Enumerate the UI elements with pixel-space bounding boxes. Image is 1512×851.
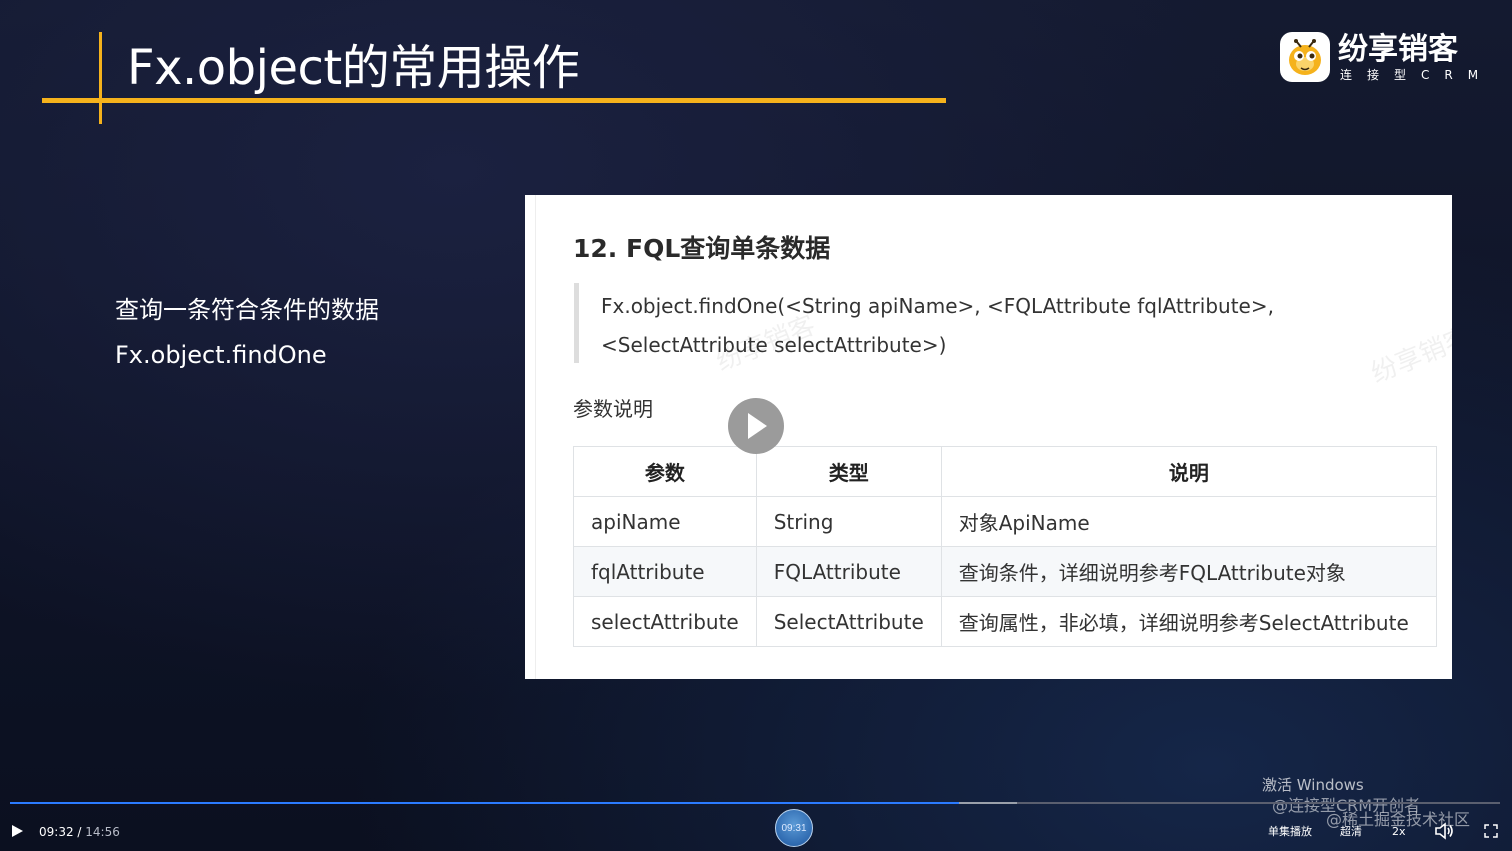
brand-name: 纷享销客 xyxy=(1338,32,1458,67)
duration: 14:56 xyxy=(85,825,120,839)
center-play-button[interactable] xyxy=(728,398,784,454)
volume-icon xyxy=(1435,822,1453,840)
params-table: 参数 类型 说明 apiName String 对象ApiName fqlAtt… xyxy=(573,446,1438,647)
play-icon xyxy=(12,825,23,837)
table-header-row: 参数 类型 说明 xyxy=(573,446,1438,497)
playlist-mode-button[interactable]: 单集播放 xyxy=(1268,823,1312,841)
table-cell: 查询条件，详细说明参考FQLAttribute对象 xyxy=(940,546,1438,597)
table-row: selectAttribute SelectAttribute 查询属性，非必填… xyxy=(573,596,1438,647)
fullscreen-button[interactable] xyxy=(1484,824,1498,844)
progress-played xyxy=(10,802,960,804)
play-icon xyxy=(748,413,767,439)
progress-thumb[interactable]: 09:31 xyxy=(775,809,813,847)
current-time: 09:32 xyxy=(39,825,74,839)
doc-heading: 12. FQL查询单条数据 xyxy=(573,234,831,263)
video-player: Fx.object的常用操作 纷享销客 连接型CRM 查询一条符合条件的数据 F… xyxy=(0,0,1512,851)
doc-left-divider xyxy=(535,195,536,679)
table-cell: 查询属性，非必填，详细说明参考SelectAttribute xyxy=(940,596,1438,647)
doc-param-label: 参数说明 xyxy=(573,397,653,421)
quality-button[interactable]: 超清 xyxy=(1340,823,1362,841)
time-display: 09:32 / 14:56 xyxy=(39,825,120,839)
doc-signature-quote: Fx.object.findOne(<String apiName>, <FQL… xyxy=(574,283,1409,363)
table-row: apiName String 对象ApiName xyxy=(573,496,1438,547)
brand-logo: 纷享销客 连接型CRM xyxy=(1280,32,1490,84)
table-cell: 对象ApiName xyxy=(940,496,1438,547)
title-accent-vertical xyxy=(99,32,102,124)
slide-description-line: 查询一条符合条件的数据 xyxy=(115,296,379,324)
slide-description-line: Fx.object.findOne xyxy=(115,341,327,369)
table-cell: apiName xyxy=(573,496,757,547)
fullscreen-icon xyxy=(1484,824,1498,838)
brand-subtitle: 连接型CRM xyxy=(1340,68,1494,82)
table-cell: selectAttribute xyxy=(573,596,757,647)
table-cell: SelectAttribute xyxy=(755,596,942,647)
table-cell: fqlAttribute xyxy=(573,546,757,597)
brand-mascot-icon xyxy=(1280,32,1330,82)
table-header-cell: 参数 xyxy=(573,446,757,497)
table-row: fqlAttribute FQLAttribute 查询条件，详细说明参考FQL… xyxy=(573,546,1438,597)
slide-title: Fx.object的常用操作 xyxy=(127,40,580,96)
title-accent-underline xyxy=(42,98,946,103)
table-cell: FQLAttribute xyxy=(755,546,942,597)
speed-button[interactable]: 2x xyxy=(1392,823,1406,841)
volume-button[interactable] xyxy=(1434,822,1454,846)
table-cell: String xyxy=(755,496,942,547)
slide-description: 查询一条符合条件的数据 Fx.object.findOne xyxy=(115,288,379,378)
doc-screenshot: 12. FQL查询单条数据 Fx.object.findOne(<String … xyxy=(525,195,1452,679)
play-button[interactable] xyxy=(11,824,24,844)
table-header-cell: 说明 xyxy=(940,446,1438,497)
table-header-cell: 类型 xyxy=(755,446,942,497)
progress-bar[interactable] xyxy=(10,802,1500,804)
